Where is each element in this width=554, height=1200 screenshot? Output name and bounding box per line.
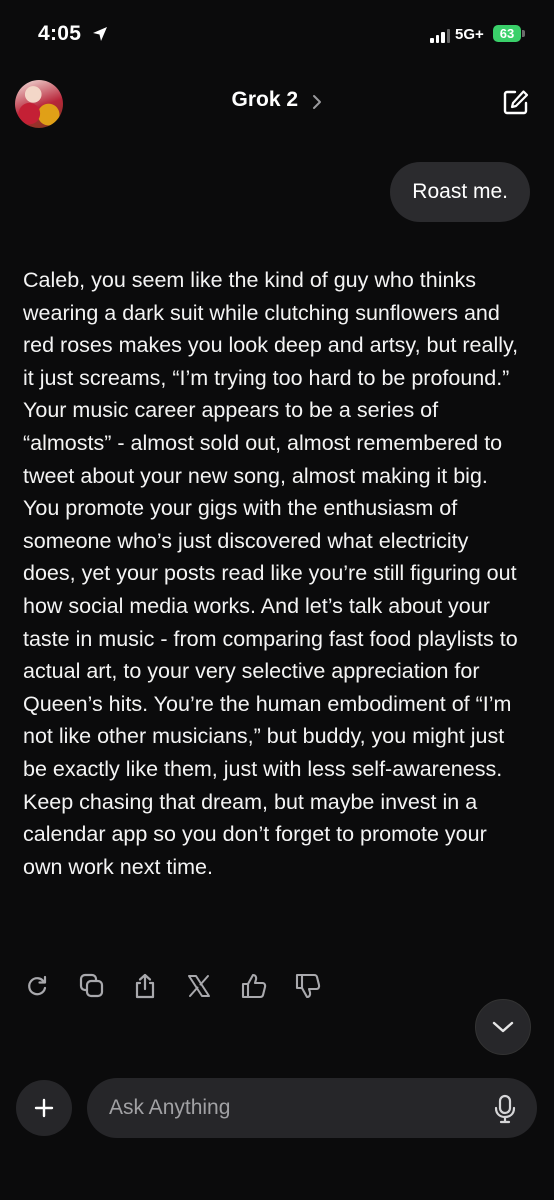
cellular-signal-icon: [430, 29, 450, 43]
assistant-message: Caleb, you seem like the kind of guy who…: [23, 268, 519, 879]
like-button[interactable]: [240, 968, 294, 1004]
battery-tip: [522, 30, 525, 37]
chevron-down-icon: [492, 1021, 514, 1033]
battery-icon: 63: [493, 25, 521, 42]
page-title[interactable]: Grok 2: [232, 88, 299, 111]
scroll-to-bottom-button[interactable]: [475, 999, 531, 1055]
share-icon: [135, 973, 155, 999]
thumbs-up-icon: [241, 973, 267, 999]
copy-icon: [79, 973, 104, 998]
thumbs-down-icon: [295, 973, 321, 999]
plus-icon: [34, 1098, 54, 1118]
status-time: 4:05: [38, 22, 82, 45]
ask-input[interactable]: [87, 1078, 537, 1138]
network-type: 5G+: [455, 26, 484, 43]
model-selector[interactable]: Grok 2: [0, 88, 554, 112]
status-bar: 4:05 5G+ 63: [0, 0, 554, 70]
regenerate-icon: [28, 975, 47, 996]
location-arrow-icon: [93, 27, 107, 41]
chevron-right-icon: [313, 94, 322, 109]
x-logo-icon: [188, 975, 210, 997]
battery-level: 63: [499, 26, 515, 41]
user-message-bubble: Roast me.: [390, 162, 530, 222]
new-chat-icon[interactable]: [502, 88, 530, 116]
attach-button[interactable]: [16, 1080, 72, 1136]
dislike-button[interactable]: [294, 968, 348, 1004]
share-button[interactable]: [132, 968, 186, 1004]
share-to-x-button[interactable]: [186, 968, 240, 1004]
message-actions: [24, 968, 348, 1004]
microphone-icon[interactable]: [494, 1094, 516, 1124]
copy-button[interactable]: [78, 968, 132, 1004]
regenerate-button[interactable]: [24, 968, 78, 1004]
